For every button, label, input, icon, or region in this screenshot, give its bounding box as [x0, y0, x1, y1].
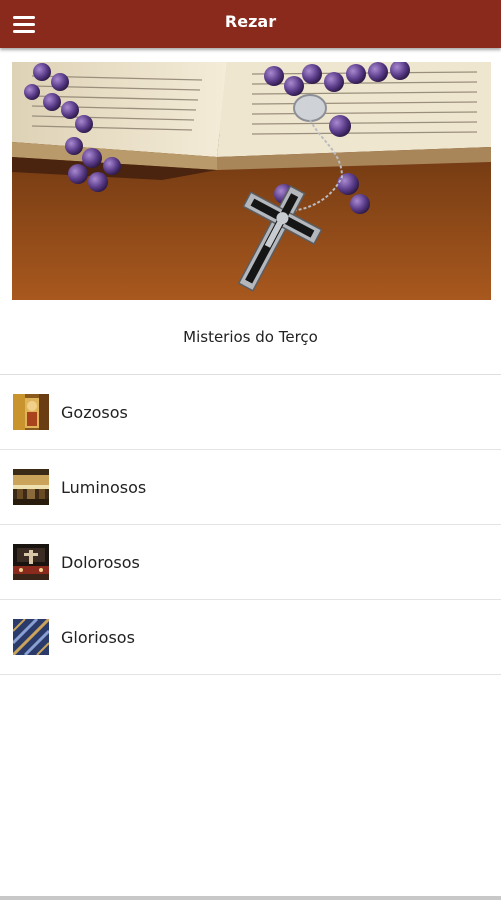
mysteries-list: Gozosos Luminosos Dolorosos Gloriosos — [0, 374, 501, 675]
luminosos-thumbnail-icon — [13, 469, 49, 505]
list-item-label: Gloriosos — [61, 627, 135, 647]
list-item-label: Gozosos — [61, 402, 128, 422]
section-title: Misterios do Terço — [183, 328, 318, 346]
list-item-luminosos[interactable]: Luminosos — [0, 450, 501, 525]
list-item-dolorosos[interactable]: Dolorosos — [0, 525, 501, 600]
list-item-gozosos[interactable]: Gozosos — [0, 375, 501, 450]
list-item-label: Dolorosos — [61, 552, 140, 572]
bottom-divider — [0, 896, 501, 900]
gozosos-thumbnail-icon — [13, 394, 49, 430]
gloriosos-thumbnail-icon — [13, 619, 49, 655]
app-bar: Rezar — [0, 0, 501, 48]
hero-image — [12, 62, 491, 300]
list-item-label: Luminosos — [61, 477, 147, 497]
list-item-gloriosos[interactable]: Gloriosos — [0, 600, 501, 675]
dolorosos-thumbnail-icon — [13, 544, 49, 580]
app-title: Rezar — [224, 12, 277, 31]
